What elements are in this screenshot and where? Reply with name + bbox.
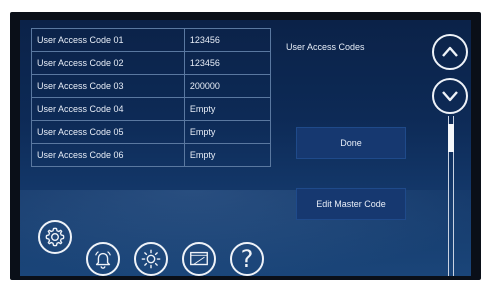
settings-icon	[45, 227, 65, 247]
scroll-up-button[interactable]	[432, 34, 468, 70]
scrollbar-thumb[interactable]	[448, 124, 454, 152]
display-icon	[190, 251, 208, 266]
done-button-label: Done	[340, 138, 362, 148]
edit-master-code-button[interactable]: Edit Master Code	[296, 188, 406, 220]
page-title: User Access Codes	[286, 42, 365, 52]
table-row[interactable]: User Access Code 06 Empty	[31, 143, 272, 167]
code-value[interactable]: 200000	[183, 74, 272, 98]
device-frame: User Access Code 01 123456 User Access C…	[10, 12, 481, 280]
code-label: User Access Code 06	[31, 143, 185, 167]
brightness-icon	[141, 249, 161, 269]
code-label: User Access Code 02	[31, 51, 185, 75]
code-value[interactable]: 123456	[183, 28, 272, 52]
code-value[interactable]: 123456	[183, 51, 272, 75]
code-label: User Access Code 05	[31, 120, 185, 144]
table-row[interactable]: User Access Code 04 Empty	[31, 97, 272, 121]
code-label: User Access Code 01	[31, 28, 185, 52]
chevron-down-icon	[442, 91, 458, 102]
code-value[interactable]: Empty	[183, 120, 272, 144]
code-label: User Access Code 04	[31, 97, 185, 121]
alarm-bell-icon	[95, 251, 111, 269]
scroll-down-button[interactable]	[432, 78, 468, 114]
help-button[interactable]: ?	[230, 242, 264, 276]
code-value[interactable]: Empty	[183, 97, 272, 121]
alarm-button[interactable]	[86, 242, 120, 276]
done-button[interactable]: Done	[296, 127, 406, 159]
access-codes-table: User Access Code 01 123456 User Access C…	[31, 28, 272, 167]
table-row[interactable]: User Access Code 03 200000	[31, 74, 272, 98]
table-row[interactable]: User Access Code 05 Empty	[31, 120, 272, 144]
display-button[interactable]	[182, 242, 216, 276]
table-row[interactable]: User Access Code 01 123456	[31, 28, 272, 52]
settings-button[interactable]	[38, 220, 72, 254]
brightness-button[interactable]	[134, 242, 168, 276]
edit-master-code-label: Edit Master Code	[316, 199, 386, 209]
table-row[interactable]: User Access Code 02 123456	[31, 51, 272, 75]
code-value[interactable]: Empty	[183, 143, 272, 167]
help-icon: ?	[240, 245, 254, 273]
chevron-up-icon	[442, 46, 458, 57]
screen: User Access Code 01 123456 User Access C…	[20, 20, 471, 276]
code-label: User Access Code 03	[31, 74, 185, 98]
